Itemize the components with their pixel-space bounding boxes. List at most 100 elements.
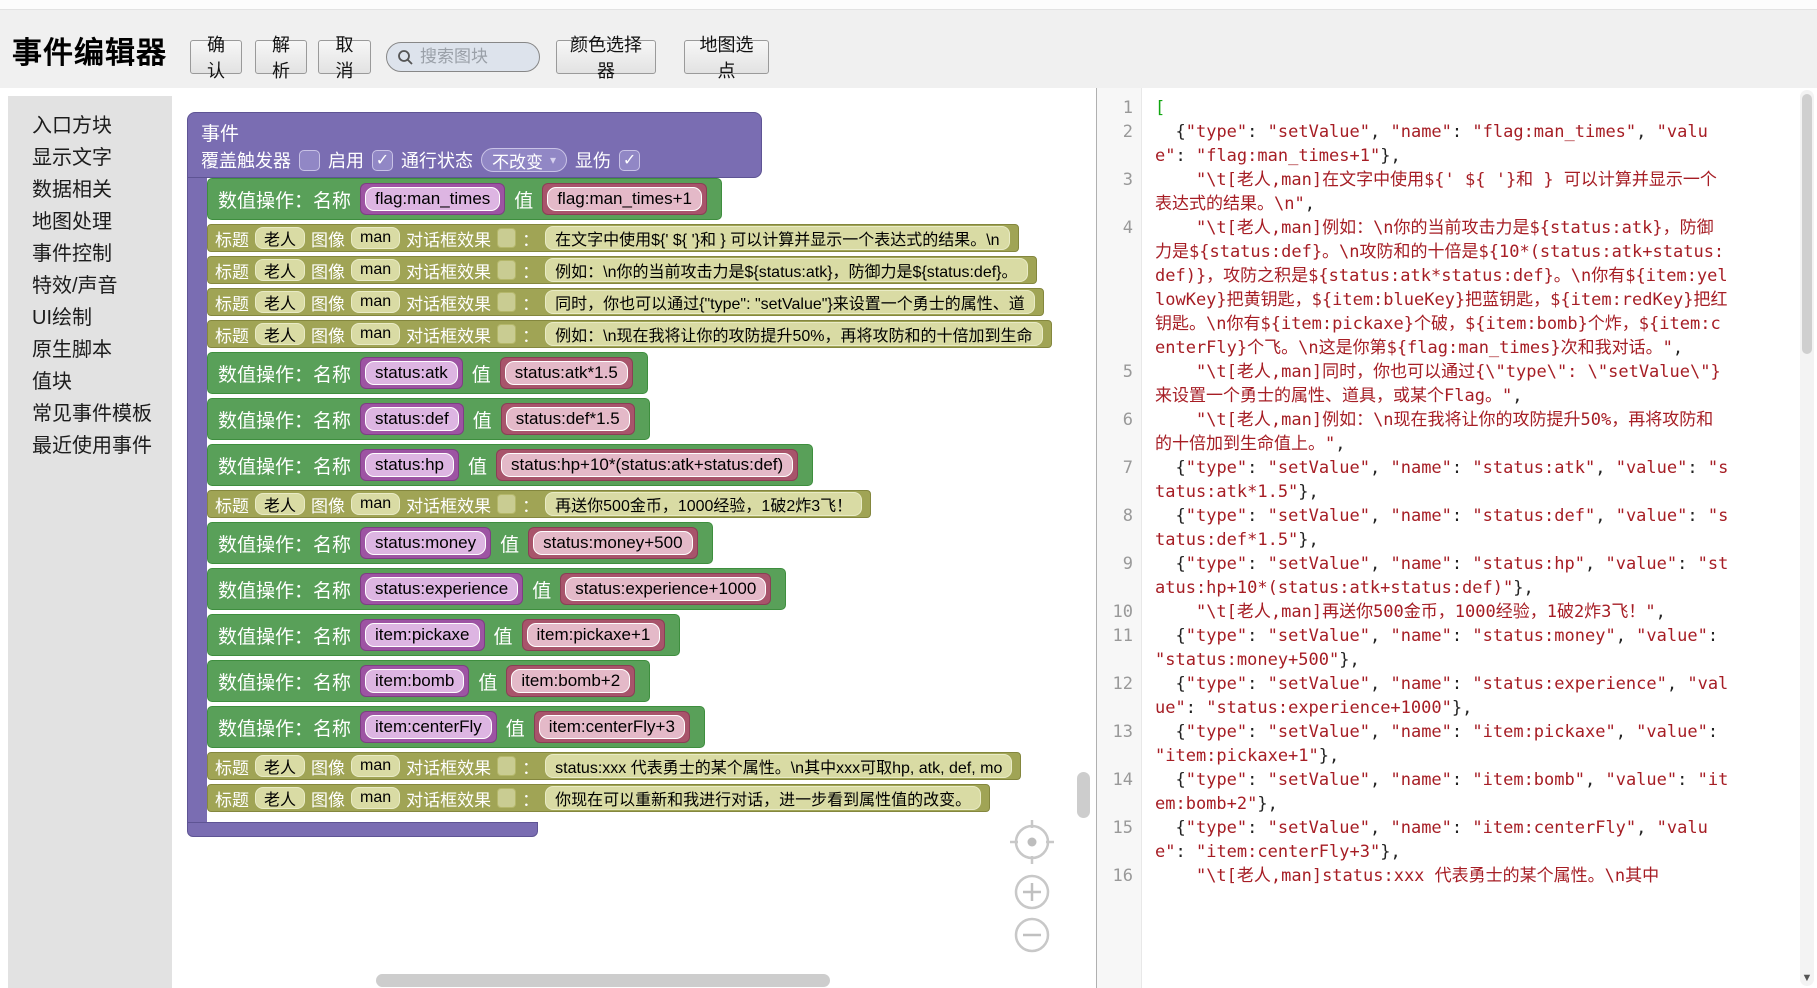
- name-value-block[interactable]: status:money: [360, 527, 491, 559]
- title-text-block[interactable]: 标题老人图像man对话框效果：在文字中使用${' ${ '}和 } 可以计算并显…: [207, 224, 1019, 252]
- title-text-block[interactable]: 标题老人图像man对话框效果：status:xxx 代表勇士的某个属性。\n其中…: [207, 752, 1021, 780]
- name-field[interactable]: item:centerFly: [365, 715, 492, 739]
- speaker-field[interactable]: 老人: [255, 493, 305, 515]
- pass-state-dropdown[interactable]: 不改变 ▾: [481, 148, 567, 172]
- dialog-text-field[interactable]: 同时，你也可以通过{"type": "setValue"}来设置一个勇士的属性、…: [545, 290, 1035, 314]
- setvalue-block[interactable]: 数值操作：名称status:atk值status:atk*1.5: [207, 352, 648, 394]
- parse-button[interactable]: 解析: [255, 40, 307, 74]
- sidebar-item[interactable]: 最近使用事件: [8, 430, 172, 462]
- dialog-effect-field[interactable]: [497, 756, 516, 776]
- dialog-effect-field[interactable]: [497, 292, 516, 312]
- name-field[interactable]: status:experience: [365, 577, 518, 601]
- dialog-effect-field[interactable]: [497, 324, 516, 344]
- zoom-in-icon[interactable]: [1016, 876, 1048, 908]
- image-field[interactable]: man: [351, 787, 400, 809]
- sidebar-item[interactable]: UI绘制: [8, 302, 172, 334]
- name-value-block[interactable]: item:pickaxe: [360, 619, 484, 651]
- value-value-block[interactable]: status:hp+10*(status:atk+status:def): [496, 449, 798, 481]
- value-value-block[interactable]: status:atk*1.5: [500, 357, 633, 389]
- value-field[interactable]: status:def*1.5: [506, 407, 630, 431]
- workspace-horizontal-scrollbar[interactable]: [376, 974, 830, 987]
- recenter-icon[interactable]: [1010, 820, 1054, 864]
- dialog-effect-field[interactable]: [497, 260, 516, 280]
- value-field[interactable]: flag:man_times+1: [547, 187, 702, 211]
- name-field[interactable]: flag:man_times: [365, 187, 500, 211]
- setvalue-block[interactable]: 数值操作：名称status:def值status:def*1.5: [207, 398, 650, 440]
- blockly-workspace[interactable]: 事件 覆盖触发器 启用 ✓ 通行状态 不改变 ▾ 显伤 ✓ 数值操作：名称fla…: [172, 88, 1096, 988]
- dialog-text-field[interactable]: 例如：\n你的当前攻击力是${status:atk}，防御力是${status:…: [545, 258, 1027, 282]
- value-field[interactable]: status:atk*1.5: [505, 361, 628, 385]
- sidebar-item[interactable]: 入口方块: [8, 110, 172, 142]
- image-field[interactable]: man: [351, 323, 400, 345]
- speaker-field[interactable]: 老人: [255, 291, 305, 313]
- speaker-field[interactable]: 老人: [255, 323, 305, 345]
- dialog-effect-field[interactable]: [497, 228, 516, 248]
- name-value-block[interactable]: status:def: [360, 403, 464, 435]
- value-value-block[interactable]: flag:man_times+1: [542, 183, 707, 215]
- setvalue-block[interactable]: 数值操作：名称status:experience值status:experien…: [207, 568, 786, 610]
- name-field[interactable]: status:atk: [365, 361, 458, 385]
- value-field[interactable]: item:pickaxe+1: [527, 623, 661, 647]
- code-scrollbar[interactable]: ▼: [1800, 90, 1814, 986]
- value-field[interactable]: status:experience+1000: [565, 577, 766, 601]
- name-field[interactable]: status:def: [365, 407, 459, 431]
- title-text-block[interactable]: 标题老人图像man对话框效果：例如：\n现在我将让你的攻防提升50%，再将攻防和…: [207, 320, 1052, 348]
- setvalue-block[interactable]: 数值操作：名称item:pickaxe值item:pickaxe+1: [207, 614, 680, 656]
- scroll-down-icon[interactable]: ▼: [1801, 972, 1813, 984]
- search-box[interactable]: [386, 42, 540, 72]
- name-value-block[interactable]: status:hp: [360, 449, 459, 481]
- map-pick-button[interactable]: 地图选点: [684, 40, 769, 74]
- image-field[interactable]: man: [351, 755, 400, 777]
- speaker-field[interactable]: 老人: [255, 787, 305, 809]
- setvalue-block[interactable]: 数值操作：名称status:hp值status:hp+10*(status:at…: [207, 444, 813, 486]
- sidebar-item[interactable]: 显示文字: [8, 142, 172, 174]
- dialog-effect-field[interactable]: [497, 494, 516, 514]
- code-editor[interactable]: 1[2 {"type": "setValue", "name": "flag:m…: [1096, 88, 1817, 988]
- name-value-block[interactable]: item:bomb: [360, 665, 469, 697]
- dialog-text-field[interactable]: 在文字中使用${' ${ '}和 } 可以计算并显示一个表达式的结果。\n: [545, 226, 1009, 250]
- event-block-header[interactable]: 事件 覆盖触发器 启用 ✓ 通行状态 不改变 ▾ 显伤 ✓: [187, 112, 762, 178]
- name-field[interactable]: status:money: [365, 531, 486, 555]
- value-value-block[interactable]: item:centerFly+3: [534, 711, 690, 743]
- value-field[interactable]: status:money+500: [533, 531, 692, 555]
- title-text-block[interactable]: 标题老人图像man对话框效果：再送你500金币，1000经验，1破2炸3飞！: [207, 490, 871, 518]
- name-value-block[interactable]: status:experience: [360, 573, 523, 605]
- name-value-block[interactable]: flag:man_times: [360, 183, 505, 215]
- name-value-block[interactable]: item:centerFly: [360, 711, 497, 743]
- dialog-text-field[interactable]: status:xxx 代表勇士的某个属性。\n其中xxx可取hp, atk, d…: [545, 754, 1012, 778]
- dialog-effect-field[interactable]: [497, 788, 516, 808]
- name-field[interactable]: item:bomb: [365, 669, 464, 693]
- value-field[interactable]: item:centerFly+3: [539, 715, 685, 739]
- image-field[interactable]: man: [351, 291, 400, 313]
- setvalue-block[interactable]: 数值操作：名称item:bomb值item:bomb+2: [207, 660, 650, 702]
- dialog-text-field[interactable]: 再送你500金币，1000经验，1破2炸3飞！: [545, 492, 862, 516]
- dialog-text-field[interactable]: 例如：\n现在我将让你的攻防提升50%，再将攻防和的十倍加到生命: [545, 322, 1042, 346]
- confirm-button[interactable]: 确认: [190, 40, 242, 74]
- image-field[interactable]: man: [351, 493, 400, 515]
- color-picker-button[interactable]: 颜色选择器: [556, 40, 656, 74]
- name-field[interactable]: item:pickaxe: [365, 623, 479, 647]
- speaker-field[interactable]: 老人: [255, 755, 305, 777]
- sidebar-item[interactable]: 原生脚本: [8, 334, 172, 366]
- value-field[interactable]: status:hp+10*(status:atk+status:def): [501, 453, 793, 477]
- title-text-block[interactable]: 标题老人图像man对话框效果：例如：\n你的当前攻击力是${status:atk…: [207, 256, 1037, 284]
- sidebar-item[interactable]: 事件控制: [8, 238, 172, 270]
- sidebar-item[interactable]: 特效/声音: [8, 270, 172, 302]
- dialog-text-field[interactable]: 你现在可以重新和我进行对话，进一步看到属性值的改变。: [545, 786, 981, 810]
- sidebar-item[interactable]: 数据相关: [8, 174, 172, 206]
- value-value-block[interactable]: status:def*1.5: [501, 403, 635, 435]
- setvalue-block[interactable]: 数值操作：名称status:money值status:money+500: [207, 522, 713, 564]
- name-field[interactable]: status:hp: [365, 453, 454, 477]
- speaker-field[interactable]: 老人: [255, 259, 305, 281]
- zoom-out-icon[interactable]: [1016, 919, 1048, 951]
- speaker-field[interactable]: 老人: [255, 227, 305, 249]
- code-scrollbar-thumb[interactable]: [1802, 94, 1812, 354]
- value-value-block[interactable]: status:money+500: [528, 527, 697, 559]
- enabled-checkbox[interactable]: ✓: [372, 150, 393, 171]
- sidebar-item[interactable]: 常见事件模板: [8, 398, 172, 430]
- value-value-block[interactable]: status:experience+1000: [560, 573, 771, 605]
- image-field[interactable]: man: [351, 259, 400, 281]
- value-field[interactable]: item:bomb+2: [511, 669, 630, 693]
- trigger-checkbox[interactable]: [299, 150, 320, 171]
- setvalue-block[interactable]: 数值操作：名称item:centerFly值item:centerFly+3: [207, 706, 705, 748]
